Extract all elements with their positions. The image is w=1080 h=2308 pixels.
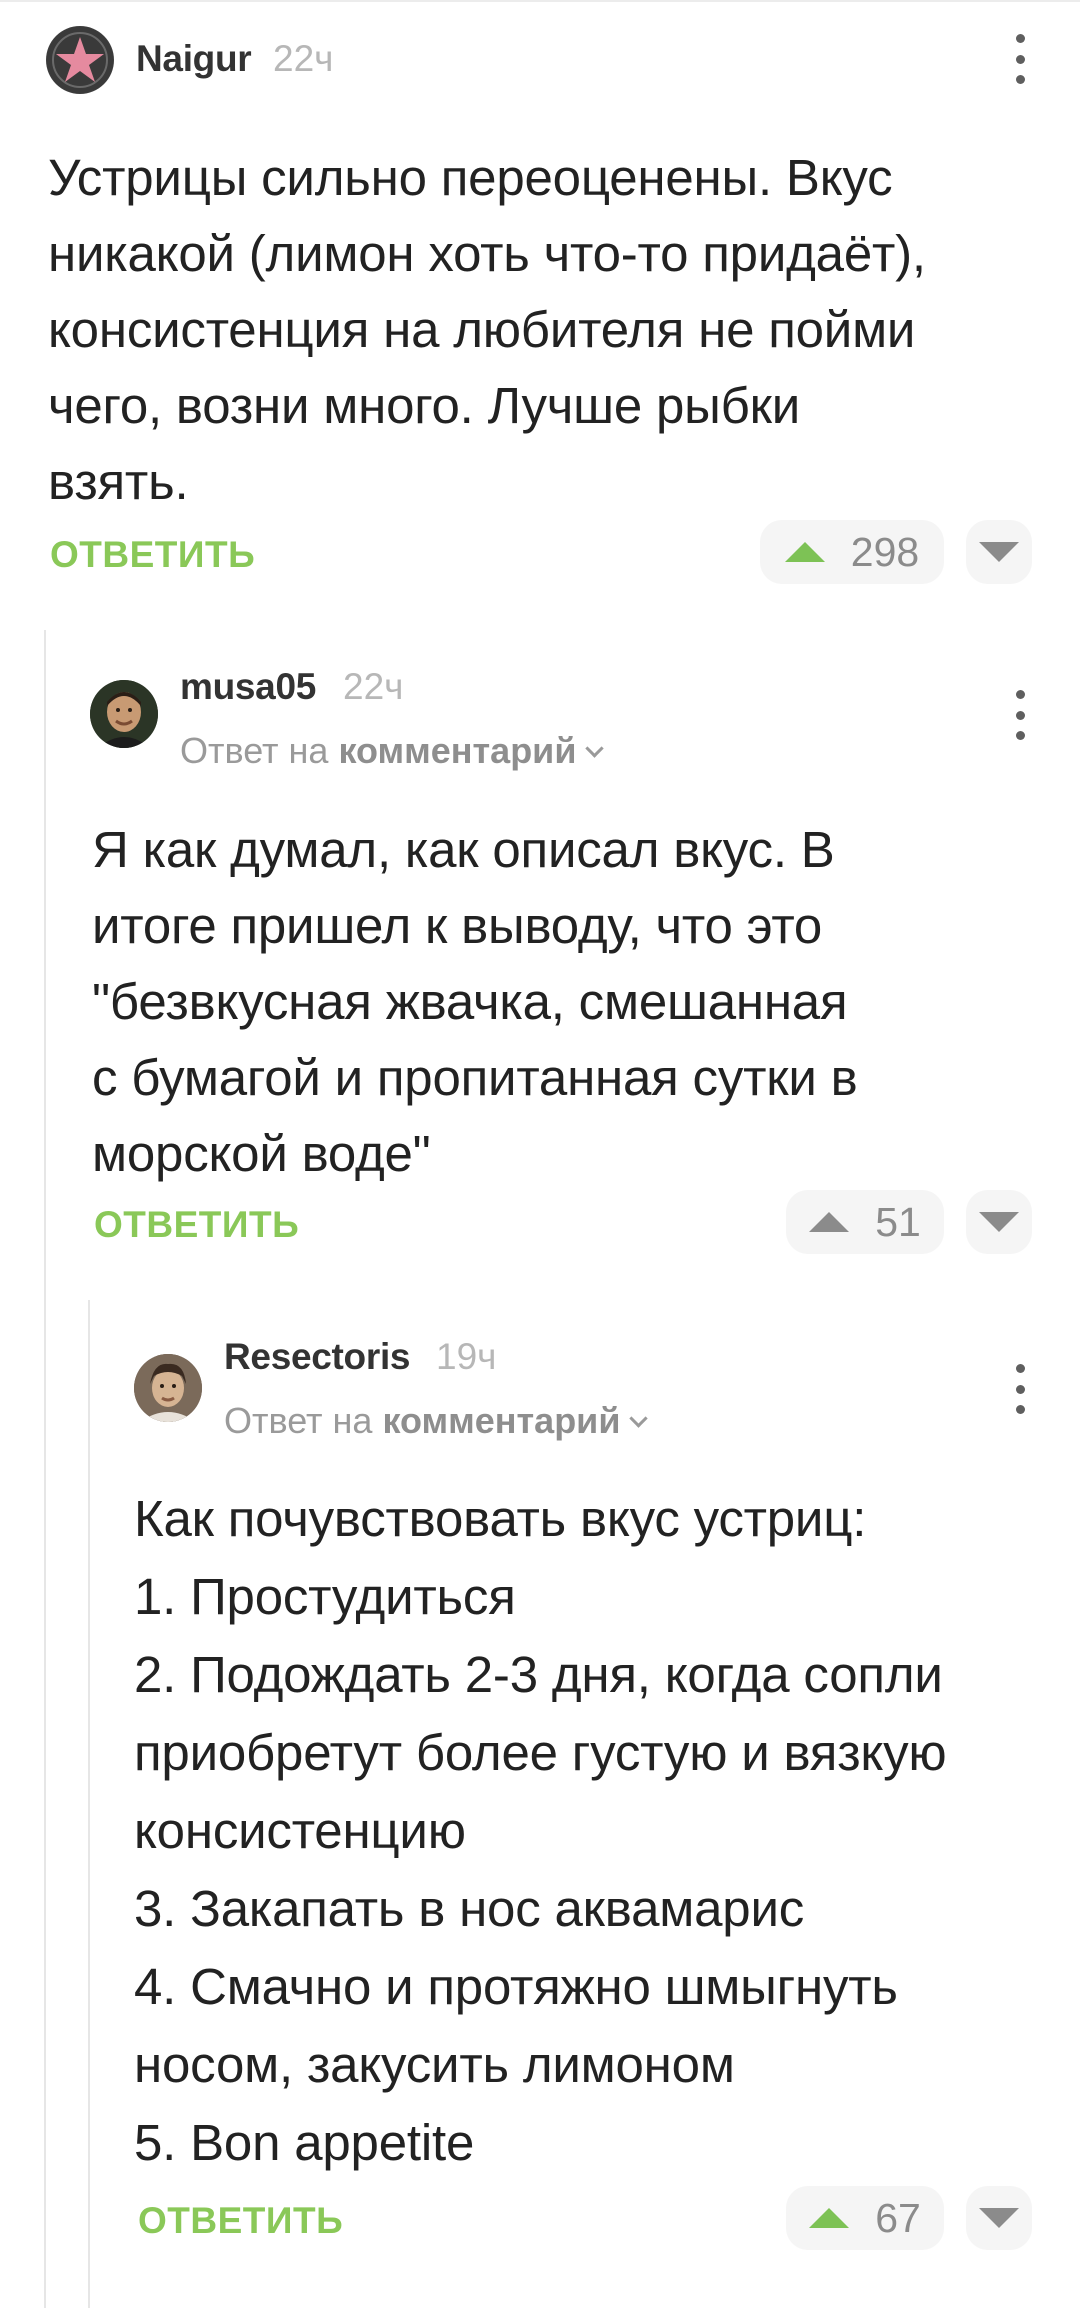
text-line: приобретут более густую и вязкую (134, 1724, 947, 1781)
text-line: 4. Смачно и протяжно шмыгнуть (134, 1958, 898, 2015)
reply-button[interactable]: ОТВЕТИТЬ (50, 534, 255, 576)
text-line: консистенцию (134, 1802, 466, 1859)
downvote-button[interactable] (966, 1190, 1032, 1254)
upvote-arrow-icon (784, 542, 825, 562)
more-options-icon[interactable] (1010, 690, 1030, 740)
downvote-button[interactable] (966, 520, 1032, 584)
comment-text: Я как думал, как описал вкус. В итоге пр… (92, 821, 858, 1182)
reply-button[interactable]: ОТВЕТИТЬ (138, 2200, 343, 2242)
comment-author[interactable]: Naigur (136, 38, 252, 80)
text-line: 2. Подождать 2-3 дня, когда сопли (134, 1646, 943, 1703)
reply-to-target: комментарий (382, 1400, 621, 1441)
upvote-button[interactable]: 67 (786, 2186, 944, 2250)
reply-to-prefix: Ответ на (224, 1400, 373, 1441)
reply-to-prefix: Ответ на (180, 730, 329, 771)
rating-count: 67 (875, 2194, 921, 2241)
comment-naigur: Naigur 22ч Устрицы сильно переоценены. В… (0, 0, 1080, 600)
comment-text: Устрицы сильно переоценены. Вкус никакой… (48, 149, 926, 510)
rating-count: 51 (875, 1198, 921, 1245)
user-photo-icon (134, 1354, 202, 1422)
more-options-icon[interactable] (1010, 1364, 1030, 1414)
more-options-icon[interactable] (1010, 34, 1030, 84)
text-line: 3. Закапать в нос аквамарис (134, 1880, 805, 1937)
upvote-arrow-icon (809, 2208, 850, 2228)
upvote-arrow-icon (809, 1212, 850, 1232)
comment-text: Как почувствовать вкус устриц: 1. Просту… (134, 1480, 1054, 2182)
text-line: 5. Bon appetite (134, 2114, 475, 2171)
comment-author[interactable]: Resectoris (224, 1336, 411, 1378)
downvote-arrow-icon (979, 542, 1019, 562)
upvote-button[interactable]: 298 (760, 520, 944, 584)
star-badge-icon (47, 27, 113, 93)
reply-to-link[interactable]: Ответ на комментарий (180, 730, 605, 772)
comment-author[interactable]: musa05 (180, 666, 316, 708)
avatar[interactable] (46, 26, 114, 94)
reply-to-link[interactable]: Ответ на комментарий (224, 1400, 649, 1442)
comment-time: 19ч (436, 1336, 497, 1377)
comment-resectoris: Resectoris 19ч Ответ на комментарий Как … (0, 1310, 1080, 2308)
comment-time: 22ч (343, 666, 404, 707)
avatar[interactable] (90, 680, 158, 748)
comment-musa05: musa05 22ч Ответ на комментарий Я как ду… (0, 640, 1080, 1290)
downvote-button[interactable] (966, 2186, 1032, 2250)
text-line: 1. Простудиться (134, 1568, 516, 1625)
rating-count: 298 (850, 528, 920, 575)
comment-time: 22ч (273, 38, 334, 79)
downvote-arrow-icon (979, 2208, 1019, 2228)
reply-button[interactable]: ОТВЕТИТЬ (94, 1204, 299, 1246)
text-line: Как почувствовать вкус устриц: (134, 1490, 867, 1547)
text-line: носом, закусить лимоном (134, 2036, 735, 2093)
reply-to-target: комментарий (338, 730, 577, 771)
avatar[interactable] (134, 1354, 202, 1422)
chevron-down-icon (629, 1409, 649, 1428)
user-photo-icon (90, 680, 158, 748)
upvote-button[interactable]: 51 (786, 1190, 944, 1254)
downvote-arrow-icon (979, 1212, 1019, 1232)
chevron-down-icon (585, 739, 605, 758)
